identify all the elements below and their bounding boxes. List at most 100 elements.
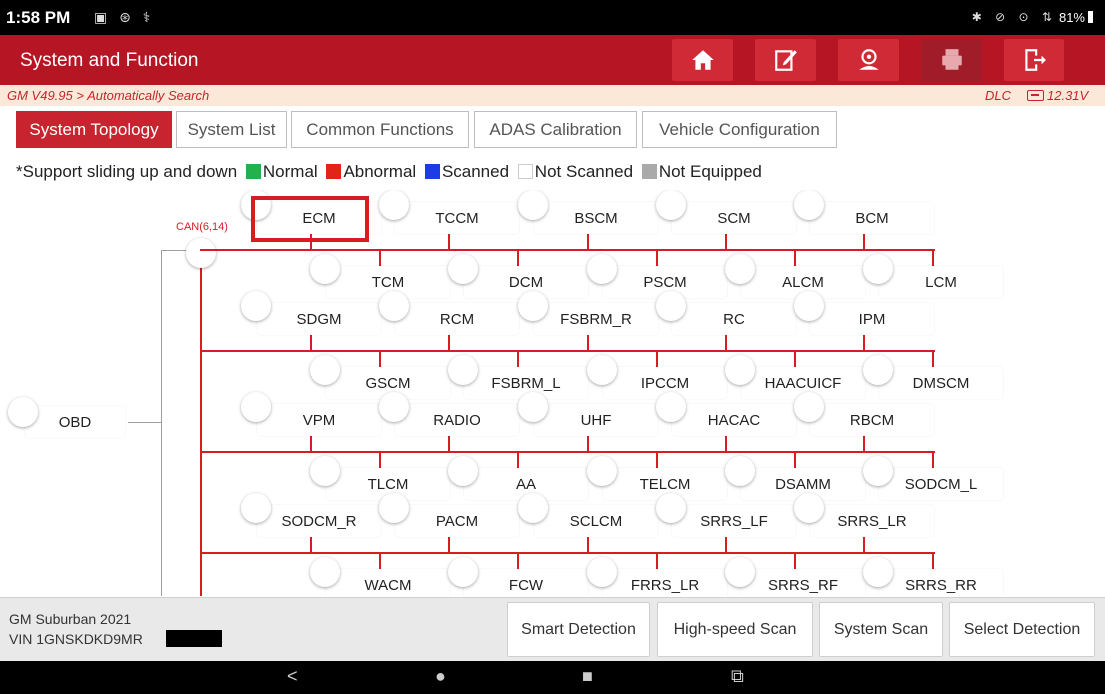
tab-adas-calibration[interactable]: ADAS Calibration xyxy=(474,111,637,148)
can-branch-line xyxy=(200,552,935,554)
system-topology-diagram[interactable]: OBD CAN(6,14) ECM TCCM BSCM SCM BCM TCM DCM PSC… xyxy=(0,190,1105,596)
node-uhf[interactable]: UHF xyxy=(534,404,658,436)
node-connector-line xyxy=(587,436,589,451)
recents-icon[interactable]: ■ xyxy=(582,666,593,687)
node-lcm[interactable]: LCM xyxy=(879,266,1003,298)
node-connector-line xyxy=(794,249,796,266)
node-status-indicator xyxy=(863,254,893,284)
report-button[interactable] xyxy=(755,39,816,81)
node-sodcm-r[interactable]: SODCM_R xyxy=(257,505,381,537)
node-srrs-lf[interactable]: SRRS_LF xyxy=(672,505,796,537)
node-ipm[interactable]: IPM xyxy=(810,303,934,335)
home-button[interactable] xyxy=(672,39,733,81)
node-hacac[interactable]: HACAC xyxy=(672,404,796,436)
node-wacm[interactable]: WACM xyxy=(326,569,450,596)
back-icon[interactable]: < xyxy=(287,666,298,687)
node-connector-line xyxy=(725,335,727,350)
node-connector-line xyxy=(863,234,865,249)
node-status-indicator xyxy=(725,456,755,486)
node-connector-line xyxy=(725,537,727,552)
system-scan-button[interactable]: System Scan xyxy=(819,602,943,657)
node-status-indicator xyxy=(587,456,617,486)
node-connector-line xyxy=(587,234,589,249)
user-support-icon xyxy=(858,49,879,70)
home-nav-icon[interactable]: ● xyxy=(435,666,446,687)
node-dmscm[interactable]: DMSCM xyxy=(879,367,1003,399)
node-connector-line xyxy=(310,537,312,552)
node-connector-line xyxy=(448,335,450,350)
node-sdgm[interactable]: SDGM xyxy=(257,303,381,335)
node-status-indicator xyxy=(448,557,478,587)
print-button[interactable] xyxy=(921,39,982,81)
node-connector-line xyxy=(448,234,450,249)
node-connector-line xyxy=(379,451,381,468)
node-status-indicator xyxy=(518,291,548,321)
node-connector-line xyxy=(517,350,519,367)
node-rcm[interactable]: RCM xyxy=(395,303,519,335)
node-status-indicator xyxy=(518,190,548,220)
node-frrs-lr[interactable]: FRRS_LR xyxy=(603,569,727,596)
node-status-indicator xyxy=(379,190,409,220)
node-tccm[interactable]: TCCM xyxy=(395,202,519,234)
node-srrs-rf[interactable]: SRRS_RF xyxy=(741,569,865,596)
system-status-icons: ✱ ⊘ ⊙ ⇅ xyxy=(971,10,1057,24)
home-icon xyxy=(691,50,714,70)
node-srrs-lr[interactable]: SRRS_LR xyxy=(810,505,934,537)
node-connector-line xyxy=(656,552,658,569)
node-srrs-rr[interactable]: SRRS_RR xyxy=(879,569,1003,596)
node-sodcm-l[interactable]: SODCM_L xyxy=(879,468,1003,500)
node-status-indicator xyxy=(310,456,340,486)
node-fsbrm-r[interactable]: FSBRM_R xyxy=(534,303,658,335)
can-bus-line xyxy=(200,252,202,596)
can-branch-line xyxy=(200,249,935,251)
node-connector-line xyxy=(932,350,934,367)
node-rbcm[interactable]: RBCM xyxy=(810,404,934,436)
tab-vehicle-configuration[interactable]: Vehicle Configuration xyxy=(642,111,837,148)
obd-link-line xyxy=(128,422,162,423)
node-status-indicator xyxy=(794,493,824,523)
tab-common-functions[interactable]: Common Functions xyxy=(291,111,469,148)
node-rc[interactable]: RC xyxy=(672,303,796,335)
high-speed-scan-button[interactable]: High-speed Scan xyxy=(657,602,813,657)
node-scm[interactable]: SCM xyxy=(672,202,796,234)
battery-indicator: 81% xyxy=(1059,10,1093,25)
node-status-indicator xyxy=(656,190,686,220)
node-pacm[interactable]: PACM xyxy=(395,505,519,537)
node-vpm[interactable]: VPM xyxy=(257,404,381,436)
node-connector-line xyxy=(725,234,727,249)
remote-expert-button[interactable] xyxy=(838,39,899,81)
title-bar: System and Function xyxy=(0,35,1105,85)
node-status-indicator xyxy=(241,493,271,523)
smart-detection-button[interactable]: Smart Detection xyxy=(507,602,650,657)
node-bcm[interactable]: BCM xyxy=(810,202,934,234)
node-radio[interactable]: RADIO xyxy=(395,404,519,436)
node-status-indicator xyxy=(379,493,409,523)
select-detection-button[interactable]: Select Detection xyxy=(949,602,1095,657)
node-bscm[interactable]: BSCM xyxy=(534,202,658,234)
screenshot-icon[interactable]: ⧉ xyxy=(731,666,744,687)
exit-button[interactable] xyxy=(1004,39,1064,81)
node-status-indicator xyxy=(794,392,824,422)
node-connector-line xyxy=(517,249,519,266)
node-connector-line xyxy=(794,552,796,569)
legend-not-scanned-swatch xyxy=(517,164,533,179)
can-bus-indicator xyxy=(186,238,216,268)
node-connector-line xyxy=(863,335,865,350)
node-status-indicator xyxy=(587,254,617,284)
node-obd[interactable]: OBD xyxy=(25,406,125,438)
node-fcw[interactable]: FCW xyxy=(464,569,588,596)
node-connector-line xyxy=(379,350,381,367)
tab-system-list[interactable]: System List xyxy=(176,111,287,148)
node-connector-line xyxy=(656,249,658,266)
node-status-indicator xyxy=(518,392,548,422)
tab-system-topology[interactable]: System Topology xyxy=(16,111,172,148)
can-branch-line xyxy=(200,451,935,453)
battery-voltage-icon xyxy=(1027,90,1044,101)
battery-percent: 81% xyxy=(1058,10,1085,25)
vehicle-vin: VIN 1GNSKDKD9MR xyxy=(9,631,143,647)
node-status-indicator xyxy=(863,557,893,587)
node-sclcm[interactable]: SCLCM xyxy=(534,505,658,537)
node-status-indicator xyxy=(310,557,340,587)
node-status-indicator xyxy=(587,355,617,385)
android-nav-bar: < ● ■ ⧉ xyxy=(0,661,1105,694)
